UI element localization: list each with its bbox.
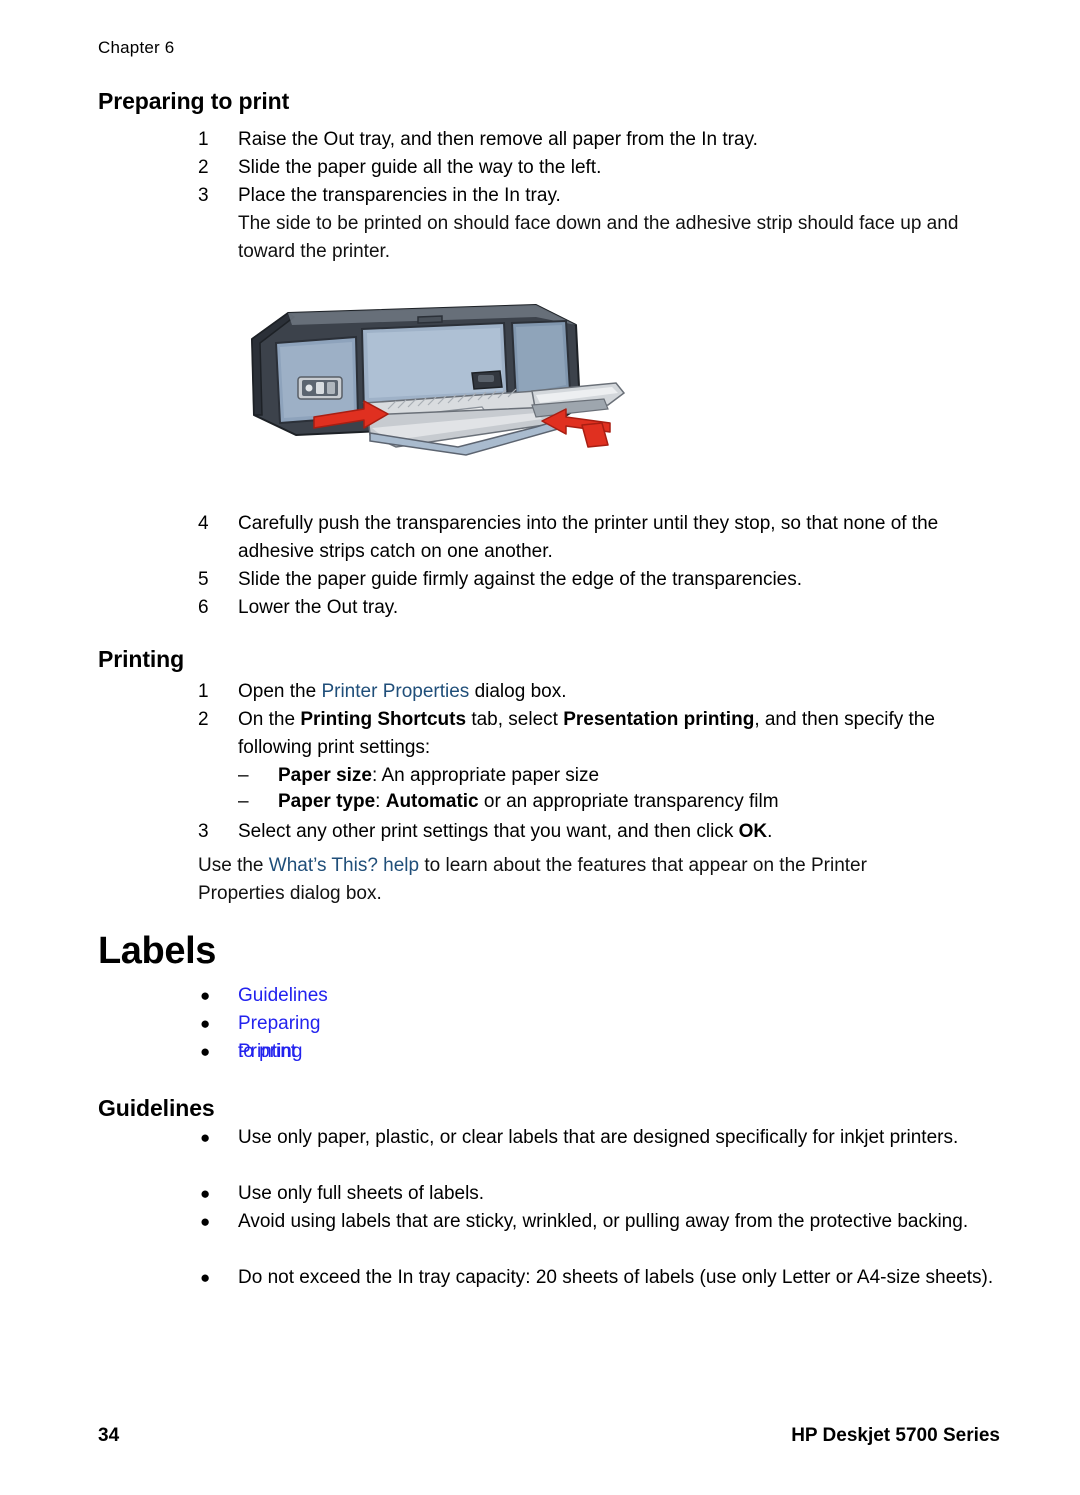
list-item-text: Select any other print settings that you… [238, 818, 1018, 846]
list-item-text: Open the Printer Properties dialog box. [238, 678, 1018, 706]
step3-part1: Select any other print settings that you… [238, 821, 739, 842]
list-marker: 5 [198, 569, 209, 590]
bullet-icon: ● [200, 1014, 211, 1033]
step2-bold-printing-shortcuts: Printing Shortcuts [300, 709, 467, 730]
paper-type-label: Paper type [278, 791, 376, 812]
step-3-note: The side to be printed on should face do… [238, 213, 959, 262]
paper-size-label: Paper size [278, 765, 372, 786]
bullet-icon: ● [200, 1042, 211, 1061]
list-item-text: Do not exceed the In tray capacity: 20 s… [238, 1267, 994, 1288]
link-printing[interactable]: Printing [238, 1038, 302, 1066]
heading-labels: Labels [98, 930, 216, 972]
dash-marker: – [238, 791, 249, 812]
link-guidelines[interactable]: Guidelines [238, 982, 328, 1010]
step2-part2: tab, select [466, 709, 564, 730]
bullet-icon: ● [200, 1128, 211, 1147]
list-marker: 1 [198, 129, 209, 150]
list-item-text: Slide the paper guide all the way to the… [238, 157, 602, 178]
paper-type-value-automatic: Automatic [385, 791, 479, 812]
list-item-text: Use only paper, plastic, or clear labels… [238, 1127, 959, 1148]
dash-marker: – [238, 765, 249, 786]
list-marker: 1 [198, 681, 209, 702]
closing-prefix: Use the [198, 855, 269, 876]
list-item-text: Use only full sheets of labels. [238, 1183, 485, 1204]
bullet-icon: ● [200, 1268, 211, 1287]
heading-guidelines: Guidelines [98, 1095, 215, 1121]
bullet-icon: ● [200, 986, 211, 1005]
step3-part2: . [767, 821, 773, 842]
list-item-text: Carefully push the transparencies into t… [238, 513, 939, 562]
list-marker: 4 [198, 513, 209, 534]
paper-size-value: : An appropriate paper size [372, 765, 600, 786]
paper-type-rest: or an appropriate transparency film [478, 791, 779, 812]
step2-bold-presentation-printing: Presentation printing [563, 709, 755, 730]
paper-type-colon: : [375, 791, 386, 812]
sub-list-item-text: Paper type: Automatic or an appropriate … [278, 788, 1018, 816]
step1-suffix: dialog box. [469, 681, 567, 702]
step2-part1: On the [238, 709, 301, 730]
whats-this-paragraph: Use the What’s This? help to learn about… [198, 852, 958, 908]
sub-list-item-text: Paper size: An appropriate paper size [278, 762, 1018, 790]
list-marker: 2 [198, 709, 209, 730]
list-item-text: Avoid using labels that are sticky, wrin… [238, 1211, 969, 1232]
bullet-icon: ● [200, 1212, 211, 1231]
step3-bold-ok: OK [738, 821, 768, 842]
list-item-text: Slide the paper guide firmly against the… [238, 569, 803, 590]
document-page: Chapter 6 Preparing to print 1 Raise the… [0, 0, 1080, 1495]
step1-prefix: Open the [238, 681, 322, 702]
list-item-text: Place the transparencies in the In tray. [238, 185, 561, 206]
list-item-text: Lower the Out tray. [238, 597, 399, 618]
printer-illustration [236, 295, 628, 480]
heading-preparing-to-print: Preparing to print [98, 88, 290, 114]
list-marker: 3 [198, 821, 209, 842]
bullet-icon: ● [200, 1184, 211, 1203]
list-marker: 3 [198, 185, 209, 206]
heading-printing: Printing [98, 646, 185, 672]
footer-product-name: HP Deskjet 5700 Series [791, 1425, 1000, 1446]
link-whats-this-help[interactable]: What’s This? help [269, 855, 419, 876]
link-printer-properties[interactable]: Printer Properties [321, 681, 469, 702]
chapter-header: Chapter 6 [98, 38, 175, 57]
list-marker: 6 [198, 597, 209, 618]
list-item-text: On the Printing Shortcuts tab, select Pr… [238, 706, 1000, 762]
list-item-text: Raise the Out tray, and then remove all … [238, 129, 758, 150]
list-marker: 2 [198, 157, 209, 178]
footer-page-number: 34 [98, 1425, 120, 1446]
